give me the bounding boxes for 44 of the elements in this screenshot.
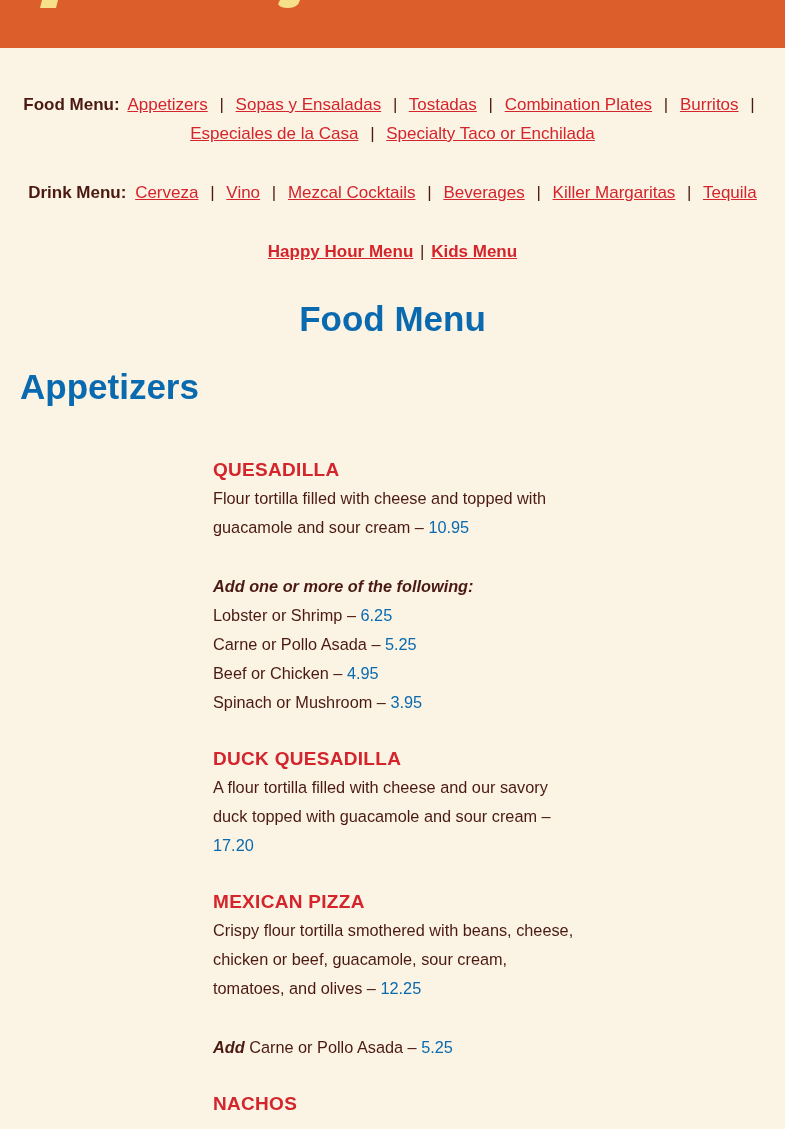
separator: | (219, 95, 224, 114)
addon-option: Add Carne or Pollo Asada – 5.25 (213, 1033, 575, 1062)
dish-name: NACHOS (213, 1092, 299, 1116)
separator: | (210, 183, 215, 202)
nav-link[interactable]: Sopas y Ensaladas (235, 95, 382, 114)
separator: | (271, 183, 277, 202)
separator: | (536, 183, 541, 202)
nav-label: Food Menu: (23, 95, 120, 114)
nav-link[interactable]: Happy Hour Menu (267, 242, 414, 261)
nav-link[interactable]: Tequila (702, 183, 757, 202)
nav-link[interactable]: Appetizers (127, 95, 208, 114)
nav-link[interactable]: Combination Plates (504, 95, 653, 114)
dish-description: A flour tortilla filled with cheese and our savory duck topped with guacamole and sour cream – 17.20 (213, 777, 552, 856)
addon-option: Spinach or Mushroom – 3.95 (213, 688, 575, 717)
nav-link[interactable]: Specialty Taco or Enchilada (386, 124, 595, 143)
nav-link[interactable]: Tostadas (408, 95, 477, 114)
dish-description: Flour tortilla filled with cheese and topped with guacamole and sour cream – 10.95 (213, 488, 548, 538)
separator: | (370, 124, 375, 143)
dish-name: DUCK QUESADILLA (213, 747, 403, 771)
separator: | (687, 183, 692, 202)
nav-link[interactable]: Cerveza (135, 183, 199, 202)
separator: | (488, 95, 493, 114)
section-heading: Appetizers (20, 366, 200, 408)
nav-link[interactable]: Vino (226, 183, 261, 202)
separator: | (427, 183, 432, 202)
addon-option: Beef or Chicken – 4.95 (213, 659, 575, 688)
addon-heading: Add one or more of the following: (213, 576, 475, 597)
dish-name: MEXICAN PIZZA (213, 890, 366, 914)
nav-link[interactable]: Burritos (680, 95, 739, 114)
dish-name: QUESADILLA (213, 458, 341, 482)
nav-link[interactable]: Kids Menu (431, 242, 518, 261)
nav-link[interactable]: Killer Margaritas (552, 183, 676, 202)
dish-description: Crispy flour tortilla smothered with beans, cheese, chicken or beef, guacamole, sour cream, tomatoes, and olives – 12.25 (213, 920, 575, 999)
nav-link[interactable]: Beverages (443, 183, 525, 202)
separator: | (392, 95, 398, 114)
nav-link[interactable]: Especiales de la Casa (190, 124, 359, 143)
addon-option: Carne or Pollo Asada – 5.25 (213, 630, 575, 659)
separator: | (420, 242, 425, 261)
page-title: Food Menu (298, 298, 487, 340)
separator: | (663, 95, 669, 114)
separator: | (750, 95, 755, 114)
nav-link[interactable]: Mezcal Cocktails (287, 183, 416, 202)
addon-option: Lobster or Shrimp – 6.25 (213, 601, 575, 630)
nav-label: Drink Menu: (28, 183, 127, 202)
